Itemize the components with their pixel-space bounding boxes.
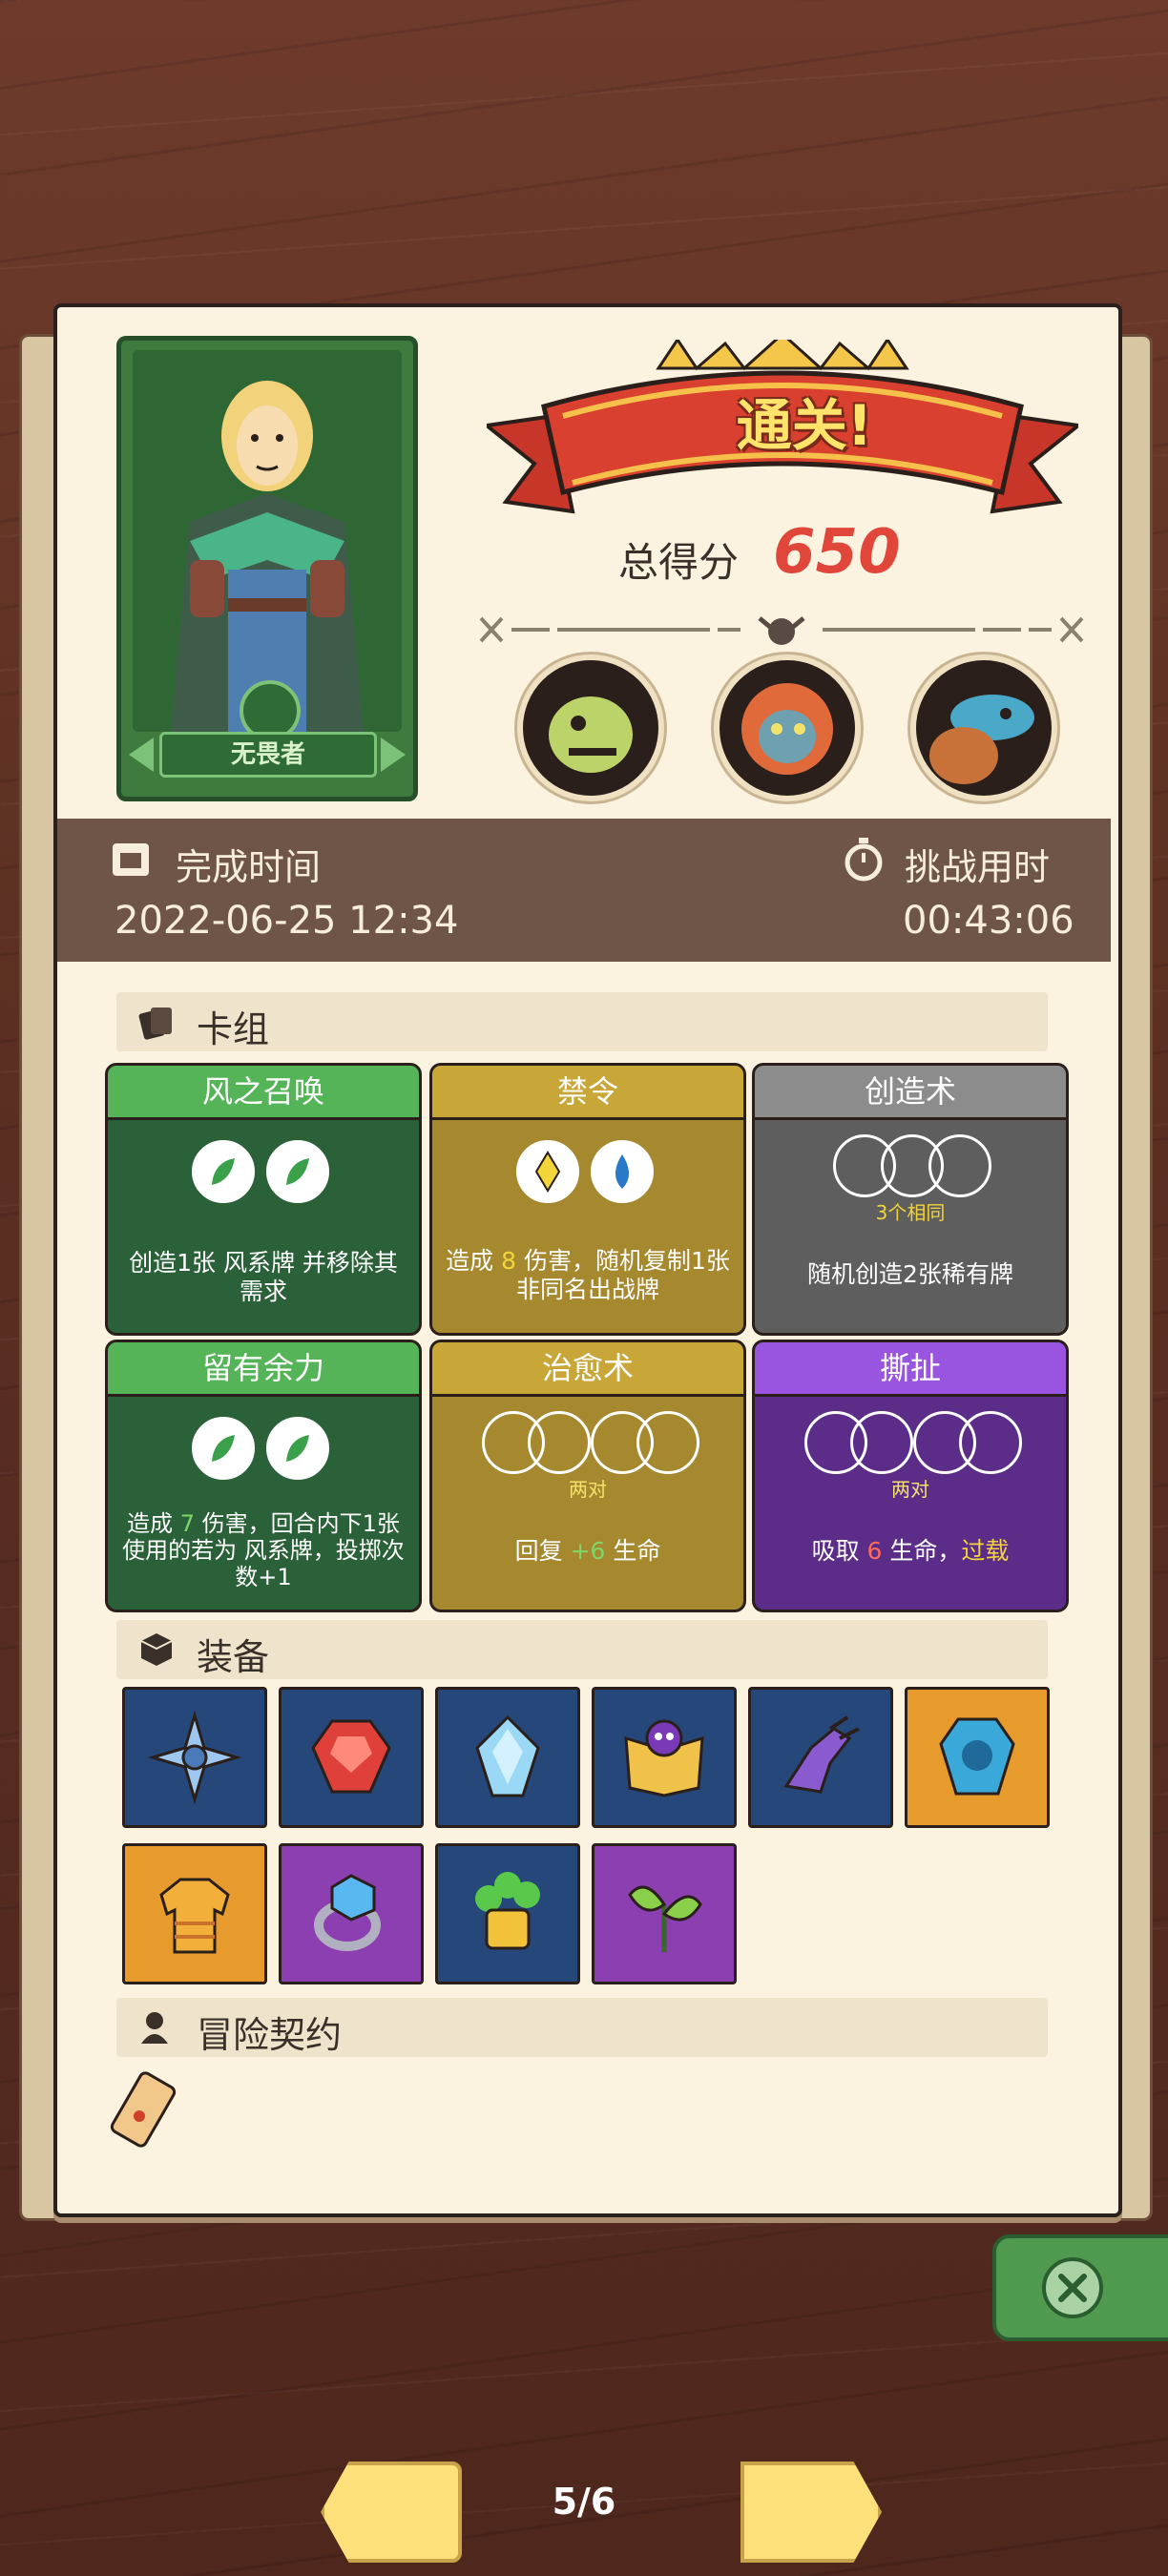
card-requirement: 3个相同 (875, 1201, 946, 1224)
orange-tunic-icon[interactable] (122, 1843, 267, 1984)
finish-time-label: 完成时间 (176, 846, 322, 888)
hero-portrait (133, 350, 402, 732)
card-heal-value: +6 (570, 1537, 606, 1565)
scroll-icon[interactable] (105, 2067, 191, 2152)
card-title: 创造术 (755, 1066, 1066, 1120)
card-keyword: 过载 (961, 1537, 1010, 1565)
diamond-ring-icon[interactable] (279, 1843, 424, 1984)
card-title: 撕扯 (755, 1342, 1066, 1397)
hero-prev-arrow-icon[interactable] (129, 737, 154, 772)
hero-next-arrow-icon[interactable] (381, 737, 406, 772)
deck-card-creation[interactable]: 创造术 3个相同 随机创造2张稀有牌 (752, 1063, 1069, 1336)
card-text: 生命 (605, 1537, 661, 1565)
wind-leaf-icon (192, 1417, 255, 1480)
boss-portrait-1[interactable] (517, 654, 664, 801)
card-description: 创造1张 风系牌 并移除其需求 (129, 1249, 398, 1305)
deck-card-tear[interactable]: 撕扯 两对 吸取 6 生命，过载 (752, 1340, 1069, 1612)
wind-leaf-icon (192, 1140, 255, 1203)
deck-section-header: 卡组 (116, 992, 1048, 1051)
card-damage-value: 7 (179, 1510, 195, 1537)
water-drop-icon (591, 1140, 654, 1203)
time-bar: 完成时间 2022-06-25 12:34 挑战用时 00:43:06 (57, 819, 1111, 962)
total-score-label: 总得分 (618, 539, 740, 586)
card-description: 吸取 6 生命，过载 (764, 1537, 1056, 1566)
deck-card-reserve-strength[interactable]: 留有余力 造成 7 伤害，回合内下1张使用的若为 风系牌，投掷次数+1 (105, 1340, 422, 1612)
wind-leaf-icon (266, 1417, 329, 1480)
boss-portrait-2[interactable] (714, 654, 861, 801)
equipment-section-header: 装备 (116, 1620, 1048, 1679)
equipment-title: 装备 (197, 1636, 270, 1678)
card-description: 造成 7 伤害，回合内下1张使用的若为 风系牌，投掷次数+1 (117, 1510, 409, 1590)
card-text-prefix: 回复 (514, 1537, 571, 1565)
calendar-icon (113, 843, 149, 876)
next-page-button[interactable] (740, 2462, 882, 2563)
blue-crystal-icon[interactable] (435, 1687, 580, 1828)
wind-leaf-icon (266, 1140, 329, 1203)
gold-tree-icon[interactable] (435, 1843, 580, 1984)
deck-card-wind-summon[interactable]: 风之召唤 创造1张 风系牌 并移除其需求 (105, 1063, 422, 1336)
card-text-prefix: 吸取 (811, 1537, 867, 1565)
hero-card[interactable]: 无畏者 (116, 336, 418, 801)
cube-icon (140, 1633, 173, 1666)
card-requirement: 两对 (891, 1478, 929, 1501)
person-icon (141, 2012, 168, 2044)
card-title: 治愈术 (432, 1342, 743, 1397)
diamond-icon (516, 1140, 579, 1203)
stopwatch-icon (845, 838, 883, 882)
challenge-duration-label: 挑战用时 (905, 846, 1051, 888)
green-leaves-icon[interactable] (592, 1843, 737, 1984)
skull-spellbook-icon[interactable] (592, 1687, 737, 1828)
card-title: 禁令 (432, 1066, 743, 1120)
purple-claw-icon[interactable] (748, 1687, 893, 1828)
challenge-duration-value: 00:43:06 (903, 899, 1074, 943)
deck-card-ban[interactable]: 禁令 造成 8 伤害，随机复制1张非同名出战牌 (429, 1063, 746, 1336)
compass-star-icon[interactable] (122, 1687, 267, 1828)
victory-title: 通关! (736, 393, 873, 458)
card-description: 回复 +6 生命 (442, 1537, 734, 1566)
cards-icon (138, 1008, 172, 1040)
hero-name: 无畏者 (159, 732, 377, 778)
contract-title: 冒险契约 (197, 2014, 343, 2056)
empty-slot-icon (636, 1411, 699, 1474)
prev-page-button[interactable] (321, 2462, 462, 2563)
boss-portrait-3[interactable] (910, 654, 1057, 801)
red-gem-icon[interactable] (279, 1687, 424, 1828)
finish-time-value: 2022-06-25 12:34 (115, 899, 459, 943)
card-drain-value: 6 (866, 1537, 883, 1565)
card-description: 造成 8 伤害，随机复制1张非同名出战牌 (442, 1247, 734, 1304)
card-text: 生命， (882, 1537, 962, 1565)
close-icon[interactable] (1042, 2257, 1103, 2318)
card-damage-value: 8 (501, 1247, 516, 1275)
empty-slot-icon (850, 1411, 913, 1474)
card-requirement: 两对 (569, 1478, 607, 1501)
contract-section-header: 冒险契约 (116, 1998, 1048, 2057)
empty-slot-icon (528, 1411, 591, 1474)
empty-slot-icon (959, 1411, 1022, 1474)
card-text-prefix: 造成 (446, 1247, 502, 1275)
card-title: 风之召唤 (108, 1066, 419, 1120)
deck-title: 卡组 (197, 1008, 270, 1050)
boss-divider (479, 616, 1084, 645)
card-title: 留有余力 (108, 1342, 419, 1397)
card-description: 随机创造2张稀有牌 (807, 1260, 1013, 1288)
card-text: 伤害，随机复制1张非同名出战牌 (515, 1247, 730, 1303)
empty-slot-icon (928, 1134, 991, 1197)
total-score-value: 650 (773, 517, 901, 588)
deck-card-healing[interactable]: 治愈术 两对 回复 +6 生命 (429, 1340, 746, 1612)
card-text-prefix: 造成 (127, 1510, 180, 1537)
blue-shield-icon[interactable] (905, 1687, 1050, 1828)
page-indicator: 5/6 (552, 2481, 616, 2523)
